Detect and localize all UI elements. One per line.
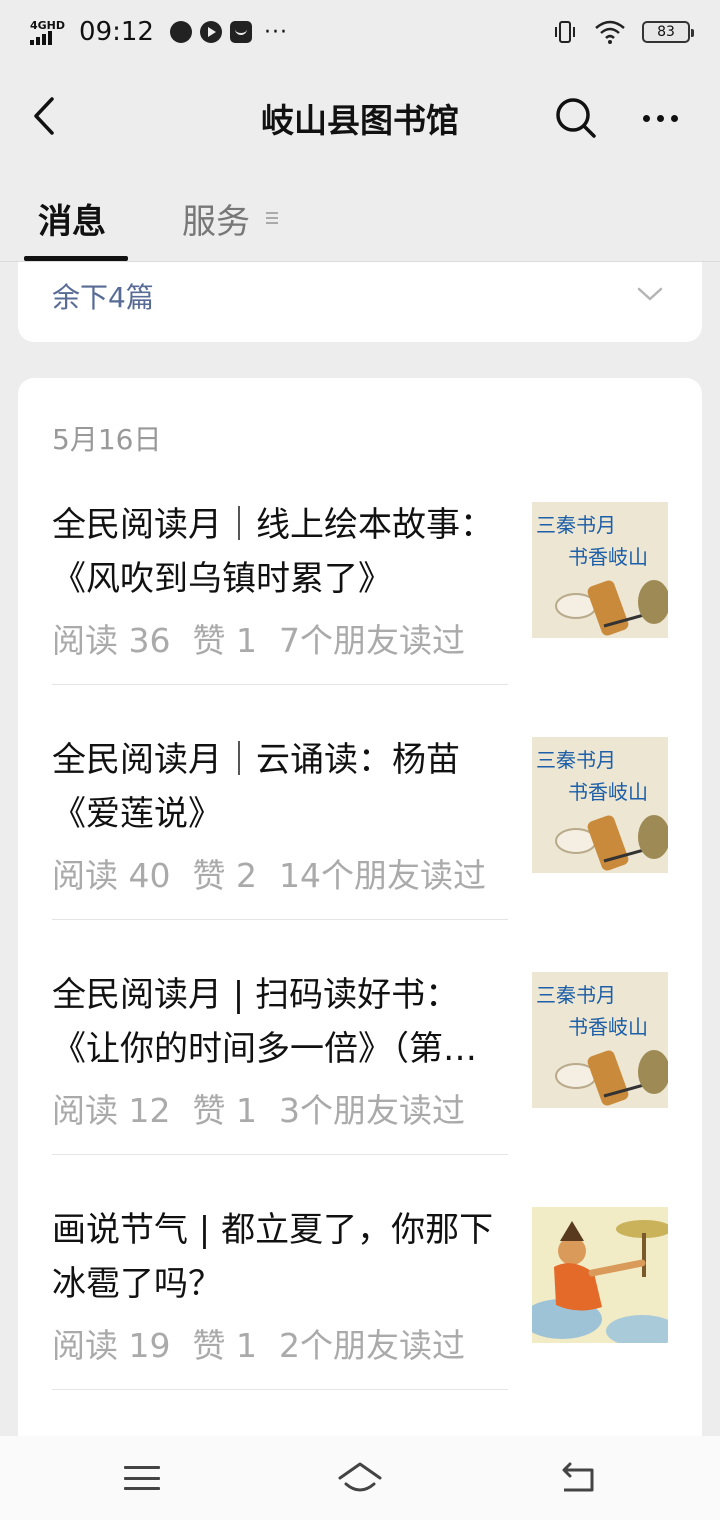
article-item[interactable]: 全民阅读月｜线上绘本故事：《风吹到乌镇时累了》 阅读 36 赞 1 7个朋友读过 三… [52, 498, 692, 732]
tab-bar: 消息 服务 [0, 168, 720, 262]
system-nav-bar [0, 1436, 720, 1520]
article-title: 全民阅读月 | 扫码读好书：《让你的时间多一倍》（第一期） [52, 975, 477, 1069]
solar-term-illustration [532, 1207, 668, 1343]
article-friends: 3个朋友读过 [278, 1091, 465, 1128]
battery-level: 83 [657, 24, 675, 40]
tab-services[interactable]: 服务 [182, 194, 250, 262]
article-likes: 赞 1 [192, 1091, 257, 1128]
reading-month-thumbnail: 三秦书月 书香岐山 [532, 737, 668, 873]
thumbnail-caption-1: 三秦书月 [536, 748, 616, 772]
battery-icon: 83 [642, 21, 694, 43]
status-left: 4GHD 09:12 ··· [30, 17, 288, 47]
search-button[interactable] [552, 94, 600, 142]
dot-icon [670, 114, 678, 122]
article-reads: 阅读 40 [52, 856, 171, 893]
article-friends: 2个朋友读过 [278, 1326, 465, 1363]
search-icon [556, 98, 596, 138]
divider [52, 684, 508, 685]
menu-icon [124, 1476, 160, 1480]
thumbnail-caption-2: 书香岐山 [568, 1015, 648, 1039]
article-item[interactable]: 全民阅读月｜云诵读：杨苗《爱莲说》 阅读 40 赞 2 14个朋友读过 三秦书月 书… [52, 733, 692, 967]
divider [52, 1154, 508, 1155]
active-tab-indicator [24, 256, 128, 261]
thumbnail-caption-1: 三秦书月 [536, 513, 616, 537]
network-type: 4GHD [30, 18, 66, 32]
system-back-button[interactable] [558, 1458, 598, 1498]
menu-icon [124, 1466, 160, 1469]
article-meta: 阅读 40 赞 2 14个朋友读过 [52, 849, 510, 893]
reading-month-thumbnail: 三秦书月 书香岐山 [532, 502, 668, 638]
article-likes: 赞 1 [192, 1326, 257, 1363]
article-reads: 阅读 19 [52, 1326, 171, 1363]
status-time: 09:12 [79, 17, 154, 47]
article-likes: 赞 2 [192, 856, 257, 893]
back-button[interactable] [22, 92, 66, 140]
article-thumbnail: 三秦书月 书香岐山 [532, 737, 668, 873]
page-title: 岐山县图书馆 [261, 101, 459, 140]
article-thumbnail: 三秦书月 书香岐山 [532, 502, 668, 638]
status-bar: 4GHD 09:12 ··· 83 [0, 0, 720, 64]
thumbnail-caption-1: 三秦书月 [536, 983, 616, 1007]
message-card: 5月16日 全民阅读月｜线上绘本故事：《风吹到乌镇时累了》 阅读 36 赞 1 7个… [18, 378, 702, 1478]
previous-message-card: 余下4篇 [18, 262, 702, 342]
article-friends: 7个朋友读过 [278, 621, 465, 658]
article-likes: 赞 1 [192, 621, 257, 658]
notification-app-icon [229, 21, 252, 43]
vibrate-icon [555, 21, 575, 43]
chevron-left-icon [34, 97, 54, 135]
play-icon [199, 21, 222, 43]
dot-icon [642, 114, 650, 122]
thumbnail-caption-2: 书香岐山 [568, 780, 648, 804]
dot-icon [656, 114, 664, 122]
planet-icon [169, 21, 192, 43]
tab-messages[interactable]: 消息 [38, 194, 106, 262]
divider [52, 919, 508, 920]
article-reads: 阅读 12 [52, 1091, 171, 1128]
article-title: 画说节气 | 都立夏了，你那下冰雹了吗？ [52, 1210, 494, 1304]
article-thumbnail: 三秦书月 书香岐山 [532, 972, 668, 1108]
thumbnail-caption-2: 书香岐山 [568, 545, 648, 569]
article-thumbnail [532, 1207, 668, 1343]
home-button[interactable] [336, 1458, 384, 1498]
nav-bar: 岐山县图书馆 [0, 64, 720, 168]
more-notifications: ··· [263, 19, 288, 45]
home-icon [338, 1462, 382, 1492]
article-item[interactable]: 画说节气 | 都立夏了，你那下冰雹了吗？ 阅读 19 赞 1 2个朋友读过 [52, 1203, 692, 1437]
more-options-button[interactable] [632, 94, 688, 142]
article-friends: 14个朋友读过 [278, 856, 486, 893]
recent-apps-button[interactable] [122, 1458, 162, 1498]
signal-icon [30, 30, 52, 45]
remaining-articles-link[interactable]: 余下4篇 [52, 276, 154, 316]
divider [52, 1389, 508, 1390]
article-meta: 阅读 19 赞 1 2个朋友读过 [52, 1319, 510, 1363]
status-right: 83 [552, 19, 694, 45]
article-item[interactable]: 全民阅读月 | 扫码读好书：《让你的时间多一倍》（第一期） 阅读 12 赞 1 3个… [52, 968, 692, 1202]
network-indicator: 4GHD [30, 20, 65, 45]
article-title: 全民阅读月｜云诵读：杨苗《爱莲说》 [52, 740, 460, 834]
article-title: 全民阅读月｜线上绘本故事：《风吹到乌镇时累了》 [52, 505, 494, 599]
article-meta: 阅读 12 赞 1 3个朋友读过 [52, 1084, 510, 1128]
message-date: 5月16日 [52, 423, 162, 456]
article-meta: 阅读 36 赞 1 7个朋友读过 [52, 614, 510, 658]
back-arrow-icon [562, 1462, 594, 1492]
menu-icon [124, 1487, 160, 1490]
wifi-icon [595, 20, 625, 44]
chevron-down-icon[interactable] [636, 284, 664, 304]
menu-lines-icon [266, 212, 278, 224]
reading-month-thumbnail: 三秦书月 书香岐山 [532, 972, 668, 1108]
article-reads: 阅读 36 [52, 621, 171, 658]
